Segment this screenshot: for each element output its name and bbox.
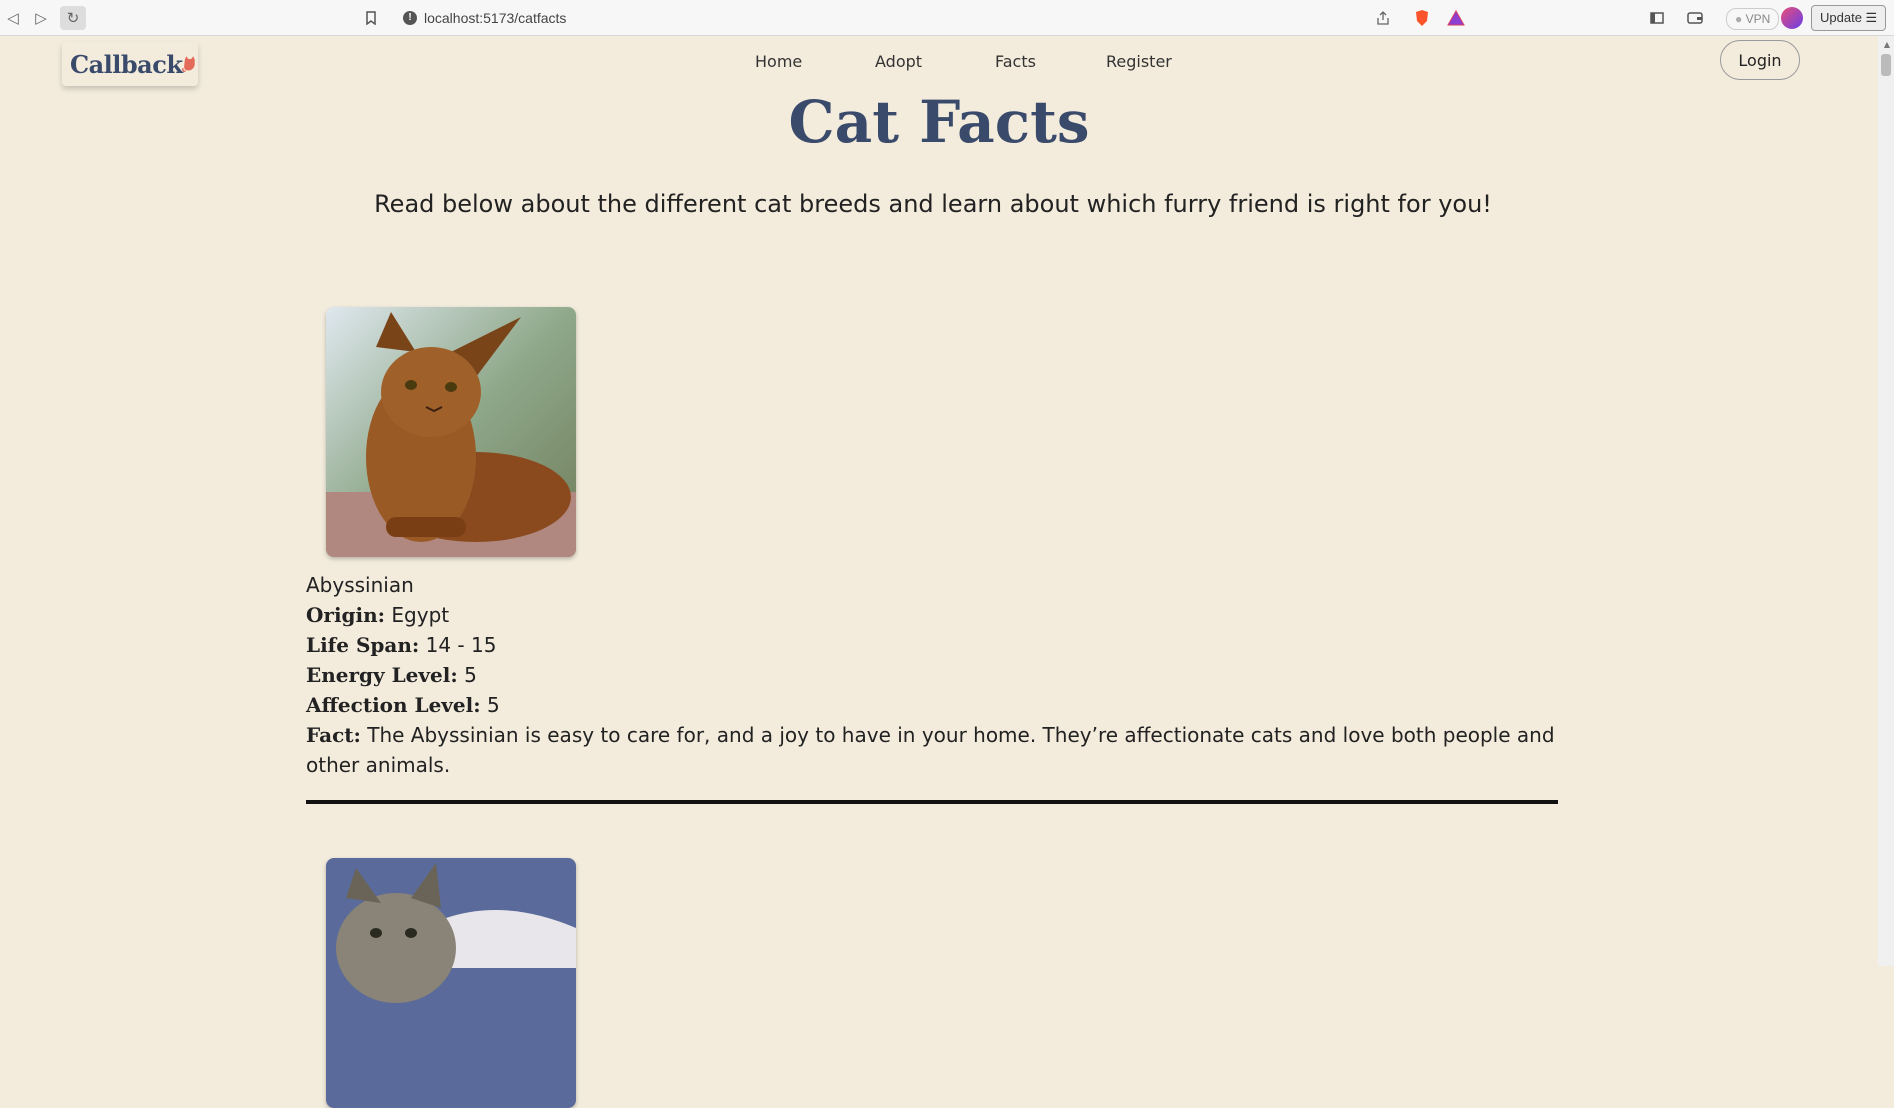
origin-label: Origin: <box>306 603 386 627</box>
second-cat-image <box>326 858 576 1108</box>
page-title: Cat Facts <box>788 88 1090 156</box>
vpn-label: VPN <box>1745 12 1771 26</box>
affection-label: Affection Level: <box>306 693 481 717</box>
scrollbar-thumb[interactable] <box>1881 54 1891 76</box>
energy-label: Energy Level: <box>306 663 458 687</box>
sidebar-icon[interactable] <box>1644 6 1670 30</box>
brave-shield-icon[interactable] <box>1409 6 1435 30</box>
lifespan-value: 14 - 15 <box>425 633 497 657</box>
scroll-up-icon[interactable]: ▲ <box>1884 40 1890 49</box>
cat-name: Abyssinian <box>306 573 414 597</box>
login-button[interactable]: Login <box>1720 40 1800 80</box>
energy-value: 5 <box>464 663 477 687</box>
brave-rewards-icon[interactable] <box>1443 6 1469 30</box>
fact-label: Fact: <box>306 723 361 747</box>
vpn-button[interactable]: ● VPN <box>1726 8 1780 30</box>
address-bar[interactable]: localhost:5173/catfacts <box>424 10 566 26</box>
forward-icon[interactable]: ▷ <box>28 6 54 30</box>
nav-home[interactable]: Home <box>755 52 802 71</box>
cat-affection: Affection Level: 5 <box>306 690 1566 720</box>
reload-icon[interactable]: ↻ <box>60 6 86 30</box>
cat-lifespan: Life Span: 14 - 15 <box>306 630 1566 660</box>
profile-avatar[interactable] <box>1781 7 1803 29</box>
page: Callback Home Adopt Facts Register Login… <box>0 36 1878 1108</box>
abyssinian-cat-image <box>326 307 576 557</box>
cat-card-abyssinian: Abyssinian Origin: Egypt Life Span: 14 -… <box>306 570 1566 780</box>
wallet-icon[interactable] <box>1682 6 1708 30</box>
page-subtitle: Read below about the different cat breed… <box>374 190 1492 218</box>
site-logo[interactable]: Callback <box>62 42 198 86</box>
lifespan-label: Life Span: <box>306 633 420 657</box>
nav-register[interactable]: Register <box>1106 52 1172 71</box>
back-icon[interactable]: ◁ <box>0 6 26 30</box>
cat-fact: Fact: The Abyssinian is easy to care for… <box>306 720 1566 780</box>
site-info-icon[interactable]: ! <box>403 11 417 25</box>
nav-facts[interactable]: Facts <box>995 52 1036 71</box>
page-scrollbar[interactable] <box>1878 36 1894 966</box>
cat-logo-icon <box>182 56 196 72</box>
cat-origin: Origin: Egypt <box>306 600 1566 630</box>
origin-value: Egypt <box>391 603 450 627</box>
share-icon[interactable] <box>1370 6 1396 30</box>
browser-toolbar: ◁ ▷ ↻ ! localhost:5173/catfacts ● VPN Up… <box>0 0 1894 36</box>
affection-value: 5 <box>487 693 500 717</box>
card-divider <box>306 800 1558 804</box>
nav-adopt[interactable]: Adopt <box>875 52 922 71</box>
bookmark-icon[interactable] <box>358 6 384 30</box>
logo-text: Callback <box>70 49 183 79</box>
cat-energy: Energy Level: 5 <box>306 660 1566 690</box>
update-label: Update <box>1820 10 1862 25</box>
update-button[interactable]: Update ☰ <box>1811 5 1887 31</box>
fact-value: The Abyssinian is easy to care for, and … <box>306 723 1555 777</box>
